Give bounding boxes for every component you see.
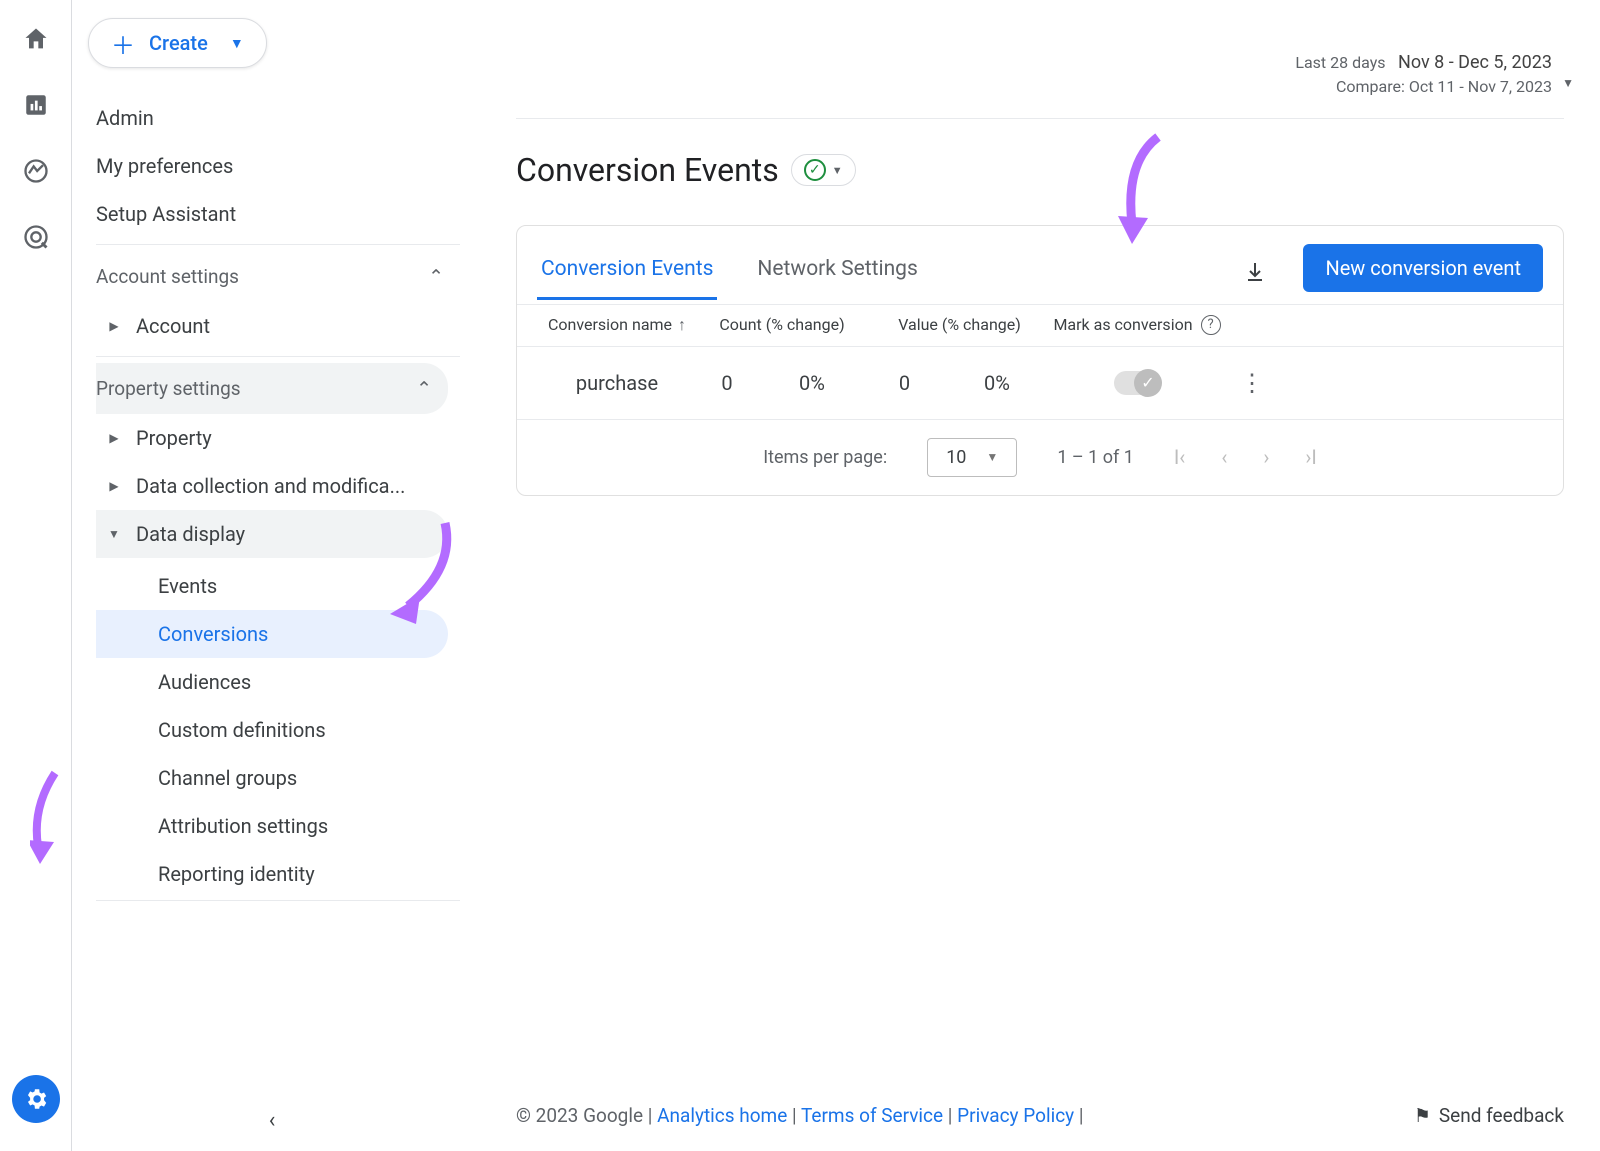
chevron-up-icon: ⌃ [416, 377, 432, 400]
prev-page-button[interactable]: ‹ [1221, 445, 1227, 469]
table-header: Conversion name ↑ Count (% change) Value… [517, 305, 1563, 347]
nav-data-collection[interactable]: ▶ Data collection and modifica... [96, 462, 460, 510]
divider [96, 356, 460, 357]
link-terms[interactable]: Terms of Service [801, 1104, 943, 1127]
cell-value: 0 [867, 371, 942, 395]
property-settings-section[interactable]: Property settings ⌃ [96, 363, 448, 414]
create-label: Create [149, 31, 208, 55]
admin-settings-button[interactable] [12, 1075, 60, 1123]
nav-custom-definitions[interactable]: Custom definitions [96, 706, 448, 754]
nav-account[interactable]: ▶ Account [96, 302, 460, 350]
nav-attribution-settings[interactable]: Attribution settings [96, 802, 448, 850]
last-page-button[interactable]: ›I [1305, 445, 1316, 469]
download-icon[interactable] [1243, 260, 1267, 288]
check-circle-icon: ✓ [804, 159, 826, 181]
mark-conversion-toggle[interactable] [1114, 371, 1160, 395]
first-page-button[interactable]: I‹ [1174, 445, 1185, 469]
link-analytics-home[interactable]: Analytics home [657, 1104, 787, 1127]
nav-my-preferences[interactable]: My preferences [96, 142, 460, 190]
conversions-card: Conversion Events Network Settings New c… [516, 225, 1564, 496]
nav-events[interactable]: Events [96, 562, 448, 610]
divider [96, 244, 460, 245]
sort-arrow-icon[interactable]: ↑ [678, 315, 686, 336]
caret-down-icon: ▼ [108, 527, 120, 541]
admin-sidebar: ＋ Create ▼ Admin My preferences Setup As… [72, 0, 472, 1151]
page-range: 1 – 1 of 1 [1057, 447, 1134, 468]
explore-icon[interactable] [21, 156, 51, 186]
chevron-up-icon: ⌃ [428, 265, 444, 288]
copyright: © 2023 Google [516, 1104, 643, 1127]
plus-icon: ＋ [111, 26, 135, 61]
nav-property[interactable]: ▶ Property [96, 414, 460, 462]
home-icon[interactable] [21, 24, 51, 54]
account-settings-section[interactable]: Account settings ⌃ [96, 251, 460, 302]
col-mark-conversion: Mark as conversion [1053, 315, 1192, 336]
tab-conversion-events[interactable]: Conversion Events [537, 249, 717, 299]
icon-rail [0, 0, 72, 1151]
col-value[interactable]: Value (% change) [867, 315, 1052, 336]
nav-channel-groups[interactable]: Channel groups [96, 754, 448, 802]
cell-count-pct: 0% [757, 371, 867, 395]
caret-right-icon: ▶ [108, 479, 120, 493]
nav-reporting-identity[interactable]: Reporting identity [96, 850, 448, 898]
feedback-icon: ⚑ [1414, 1104, 1431, 1127]
nav-conversions[interactable]: Conversions [96, 610, 448, 658]
collapse-sidebar-button[interactable]: ‹ [269, 1108, 276, 1133]
cell-count: 0 [697, 371, 757, 395]
create-button[interactable]: ＋ Create ▼ [88, 18, 267, 68]
items-per-page-select[interactable]: 10 ▼ [927, 438, 1017, 477]
chevron-down-icon: ▼ [832, 164, 843, 177]
chevron-down-icon: ▼ [230, 35, 244, 52]
pagination: Items per page: 10 ▼ 1 – 1 of 1 I‹ ‹ › ›… [517, 420, 1563, 495]
data-display-children: Events Conversions Audiences Custom defi… [96, 562, 460, 898]
date-compare: Compare: Oct 11 - Nov 7, 2023 [1295, 77, 1552, 96]
chevron-down-icon: ▼ [986, 450, 998, 464]
link-privacy[interactable]: Privacy Policy [957, 1104, 1074, 1127]
footer: © 2023 Google | Analytics home | Terms o… [516, 1104, 1564, 1127]
cell-value-pct: 0% [942, 371, 1052, 395]
divider [96, 900, 460, 901]
chevron-down-icon: ▼ [1562, 76, 1574, 90]
divider [516, 118, 1564, 119]
col-conversion-name[interactable]: Conversion name [548, 315, 672, 336]
help-icon[interactable]: ? [1201, 315, 1221, 335]
table-row: purchase 0 0% 0 0% ⋮ [517, 347, 1563, 420]
send-feedback-button[interactable]: ⚑ Send feedback [1414, 1104, 1564, 1127]
advertising-icon[interactable] [21, 222, 51, 252]
main-content: Last 28 days Nov 8 - Dec 5, 2023 Compare… [472, 0, 1600, 1151]
reports-icon[interactable] [21, 90, 51, 120]
col-count[interactable]: Count (% change) [697, 315, 867, 336]
nav-audiences[interactable]: Audiences [96, 658, 448, 706]
date-range-label: Last 28 days [1295, 53, 1385, 72]
date-range-value: Nov 8 - Dec 5, 2023 [1398, 52, 1552, 73]
cell-name: purchase [537, 371, 697, 395]
page-title: Conversion Events [516, 151, 779, 189]
items-per-page-label: Items per page: [763, 447, 887, 468]
next-page-button[interactable]: › [1263, 445, 1269, 469]
caret-right-icon: ▶ [108, 319, 120, 333]
nav-admin[interactable]: Admin [96, 94, 460, 142]
date-range-picker[interactable]: Last 28 days Nov 8 - Dec 5, 2023 Compare… [1295, 52, 1552, 96]
nav-setup-assistant[interactable]: Setup Assistant [96, 190, 460, 238]
caret-right-icon: ▶ [108, 431, 120, 445]
title-status-chip[interactable]: ✓ ▼ [791, 154, 856, 186]
new-conversion-event-button[interactable]: New conversion event [1303, 244, 1543, 292]
tab-network-settings[interactable]: Network Settings [753, 249, 921, 299]
nav-data-display[interactable]: ▼ Data display [96, 510, 448, 558]
row-more-menu[interactable]: ⋮ [1222, 369, 1282, 397]
